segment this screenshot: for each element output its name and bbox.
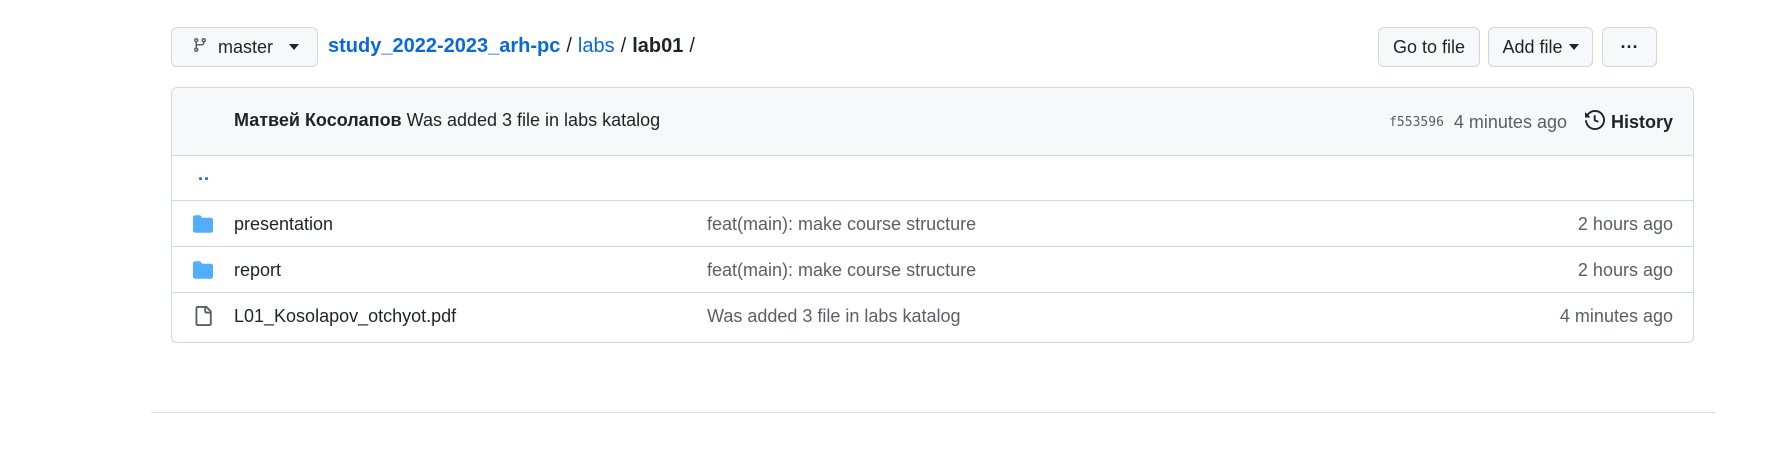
footer-divider (151, 412, 1715, 413)
chevron-down-icon (289, 44, 300, 50)
go-to-file-button[interactable]: Go to file (1378, 27, 1480, 67)
breadcrumb-current: lab01 (632, 35, 684, 57)
repo-toolbar: master study_2022-2023_arh-pc / labs / l… (171, 27, 1693, 68)
latest-commit-bar: Матвей Косолапов Was added 3 file in lab… (172, 88, 1693, 156)
folder-icon (192, 260, 214, 280)
breadcrumb-separator: / (620, 35, 627, 57)
file-icon (192, 306, 214, 326)
file-row[interactable]: presentation feat(main): make course str… (172, 201, 1693, 247)
breadcrumb-repo-link[interactable]: study_2022-2023_arh-pc (328, 35, 560, 58)
commit-meta: f553596 4 minutes ago History (1389, 109, 1673, 135)
history-icon (1584, 109, 1605, 135)
file-commit-message[interactable]: Was added 3 file in labs katalog (707, 306, 961, 327)
breadcrumb-separator: / (689, 35, 695, 57)
file-name-link[interactable]: report (234, 260, 281, 281)
file-age: 2 hours ago (1577, 214, 1673, 234)
commit-time: 4 minutes ago (1453, 112, 1567, 132)
kebab-icon: ··· (1620, 36, 1639, 57)
branch-selector-button[interactable]: master (171, 27, 318, 67)
file-age: 4 minutes ago (1559, 306, 1673, 326)
breadcrumb-separator: / (566, 35, 572, 57)
file-row[interactable]: report feat(main): make course structure… (172, 247, 1693, 293)
latest-commit: Матвей Косолапов Was added 3 file in lab… (234, 110, 660, 131)
parent-directory-row[interactable]: .. (172, 156, 1693, 201)
chevron-down-icon (1568, 44, 1579, 50)
commit-author[interactable]: Матвей Косолапов (234, 110, 402, 130)
branch-name: master (218, 36, 274, 57)
file-name-link[interactable]: L01_Kosolapov_otchyot.pdf (234, 306, 456, 327)
add-file-label: Add file (1502, 36, 1563, 57)
file-name-link[interactable]: presentation (234, 214, 333, 235)
commit-sha-link[interactable]: f553596 (1389, 115, 1444, 130)
git-branch-icon (192, 36, 208, 59)
commit-message[interactable]: Was added 3 file in labs katalog (407, 110, 661, 130)
add-file-button[interactable]: Add file (1488, 27, 1593, 67)
file-commit-message[interactable]: feat(main): make course structure (707, 260, 976, 281)
file-age: 2 hours ago (1577, 260, 1673, 280)
breadcrumb: study_2022-2023_arh-pc / labs / lab01 / (328, 35, 695, 58)
history-label: History (1610, 112, 1673, 132)
more-options-button[interactable]: ··· (1602, 27, 1657, 67)
parent-directory-link[interactable]: .. (198, 164, 210, 185)
file-commit-message[interactable]: feat(main): make course structure (707, 214, 976, 235)
folder-icon (192, 214, 214, 234)
breadcrumb-folder-link[interactable]: labs (578, 35, 615, 58)
go-to-file-label: Go to file (1392, 36, 1466, 57)
history-link[interactable]: History (1584, 109, 1673, 135)
file-browser: Матвей Косолапов Was added 3 file in lab… (171, 87, 1694, 343)
file-row[interactable]: L01_Kosolapov_otchyot.pdf Was added 3 fi… (172, 293, 1693, 339)
